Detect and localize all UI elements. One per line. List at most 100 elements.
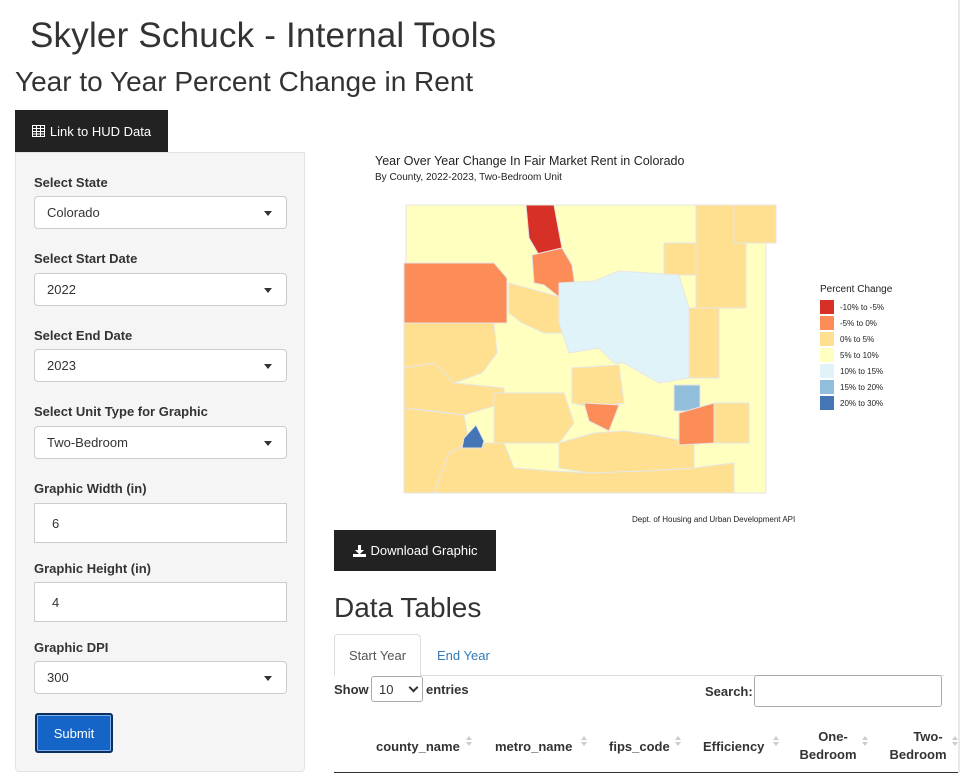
start-date-select-value: 2022 <box>47 282 76 297</box>
sort-icon <box>466 734 472 748</box>
download-icon <box>352 544 366 557</box>
legend-item: -10% to -5% <box>820 299 920 315</box>
end-date-select[interactable]: 2023 <box>34 349 287 382</box>
column-header-label: Efficiency <box>703 738 765 754</box>
column-header-label: One- <box>818 729 848 744</box>
legend-item: 0% to 5% <box>820 331 920 347</box>
legend-label: 10% to 15% <box>840 366 884 376</box>
legend-swatch <box>820 364 834 378</box>
column-header-label: Two- <box>913 729 943 744</box>
search-label: Search: <box>705 684 753 699</box>
table-search-input[interactable] <box>754 675 942 707</box>
map-legend: Percent Change -10% to -5% -5% to 0% 0% … <box>820 284 920 411</box>
data-tables-tabs: Start Year End Year <box>334 634 944 677</box>
state-select[interactable]: Colorado <box>34 196 287 229</box>
state-label: Select State <box>34 175 108 190</box>
legend-label: -10% to -5% <box>840 302 885 312</box>
legend-item: -5% to 0% <box>820 315 920 331</box>
tab-start-year[interactable]: Start Year <box>334 634 422 677</box>
table-header-row: county_name metro_name fips_code Efficie… <box>334 720 960 773</box>
sort-icon <box>675 734 681 748</box>
column-header-label: county_name <box>376 738 460 754</box>
sort-icon <box>581 734 587 748</box>
legend-label: 0% to 5% <box>840 334 875 344</box>
column-header-label: Bedroom <box>799 747 857 762</box>
unit-type-label: Select Unit Type for Graphic <box>34 404 208 419</box>
entries-length-select[interactable]: 10 <box>371 676 423 702</box>
graphic-dpi-label: Graphic DPI <box>34 640 109 655</box>
column-header-metro-name[interactable]: metro_name <box>495 720 572 772</box>
county-region <box>673 384 701 412</box>
county-region <box>688 307 720 379</box>
chevron-down-icon <box>264 441 272 446</box>
hud-button-label: Link to HUD Data <box>49 123 152 139</box>
chevron-down-icon <box>408 682 419 693</box>
county-region <box>663 242 697 276</box>
graphic-width-input[interactable]: 6 <box>34 503 287 543</box>
column-header-label: metro_name <box>495 738 573 754</box>
column-header-county-name[interactable]: county_name <box>376 720 460 772</box>
legend-item: 15% to 20% <box>820 379 920 395</box>
county-region <box>733 204 777 244</box>
legend-item: 10% to 15% <box>820 363 920 379</box>
legend-swatch <box>820 316 834 330</box>
tab-end-year[interactable]: End Year <box>423 634 504 676</box>
unit-type-select[interactable]: Two-Bedroom <box>34 426 287 459</box>
start-date-select[interactable]: 2022 <box>34 273 287 306</box>
colorado-county-map <box>403 204 777 494</box>
start-date-label: Select Start Date <box>34 251 138 266</box>
legend-swatch <box>820 380 834 394</box>
app-title: Skyler Schuck - Internal Tools <box>30 16 497 55</box>
entries-length-value: 10 <box>379 681 394 697</box>
graphic-dpi-select[interactable]: 300 <box>34 661 287 694</box>
chevron-down-icon <box>264 211 272 216</box>
county-region <box>403 262 508 324</box>
legend-item: 20% to 30% <box>820 395 920 411</box>
map-source-caption: Dept. of Housing and Urban Development A… <box>632 515 796 524</box>
graphic-height-input[interactable]: 4 <box>34 582 287 622</box>
map-subtitle: By County, 2022-2023, Two-Bedroom Unit <box>375 172 562 183</box>
graphic-width-label: Graphic Width (in) <box>34 481 147 496</box>
column-header-fips-code[interactable]: fips_code <box>609 720 670 772</box>
state-select-value: Colorado <box>47 205 100 220</box>
column-header-two-bedroom[interactable]: Two- Bedroom <box>887 720 949 772</box>
download-graphic-button[interactable]: Download Graphic <box>334 530 496 571</box>
unit-type-select-value: Two-Bedroom <box>47 435 128 450</box>
county-region <box>713 402 750 444</box>
chevron-down-icon <box>264 288 272 293</box>
legend-swatch <box>820 348 834 362</box>
legend-label: 15% to 20% <box>840 382 884 392</box>
legend-title: Percent Change <box>820 284 893 295</box>
download-button-label: Download Graphic <box>370 543 478 558</box>
column-header-label: fips_code <box>609 738 670 754</box>
sidebar-panel: Select State Colorado Select Start Date … <box>15 152 305 772</box>
page-title: Year to Year Percent Change in Rent <box>15 66 474 97</box>
end-date-select-value: 2023 <box>47 358 76 373</box>
legend-swatch <box>820 300 834 314</box>
legend-item: 5% to 10% <box>820 347 920 363</box>
submit-button[interactable]: Submit <box>35 713 113 753</box>
link-to-hud-data-button[interactable]: Link to HUD Data <box>15 110 168 152</box>
county-region <box>493 392 575 444</box>
sort-icon <box>862 734 868 748</box>
legend-swatch <box>820 396 834 410</box>
map-title: Year Over Year Change In Fair Market Ren… <box>375 154 685 168</box>
table-icon <box>31 125 45 137</box>
sort-icon <box>773 734 779 748</box>
end-date-label: Select End Date <box>34 328 133 343</box>
colorado-rent-map-graphic: Year Over Year Change In Fair Market Ren… <box>334 145 924 530</box>
legend-label: 5% to 10% <box>840 350 879 360</box>
column-header-efficiency[interactable]: Efficiency <box>703 720 764 772</box>
data-tables-title: Data Tables <box>334 592 482 623</box>
county-region <box>571 364 625 409</box>
column-header-label: Bedroom <box>889 747 947 762</box>
column-header-one-bedroom[interactable]: One- Bedroom <box>797 720 859 772</box>
entries-label: entries <box>426 682 469 697</box>
legend-swatch <box>820 332 834 346</box>
chevron-down-icon <box>264 364 272 369</box>
show-label: Show <box>334 682 369 697</box>
graphic-dpi-select-value: 300 <box>47 670 69 685</box>
legend-label: -5% to 0% <box>840 318 877 328</box>
graphic-height-label: Graphic Height (in) <box>34 561 151 576</box>
chevron-down-icon <box>264 676 272 681</box>
